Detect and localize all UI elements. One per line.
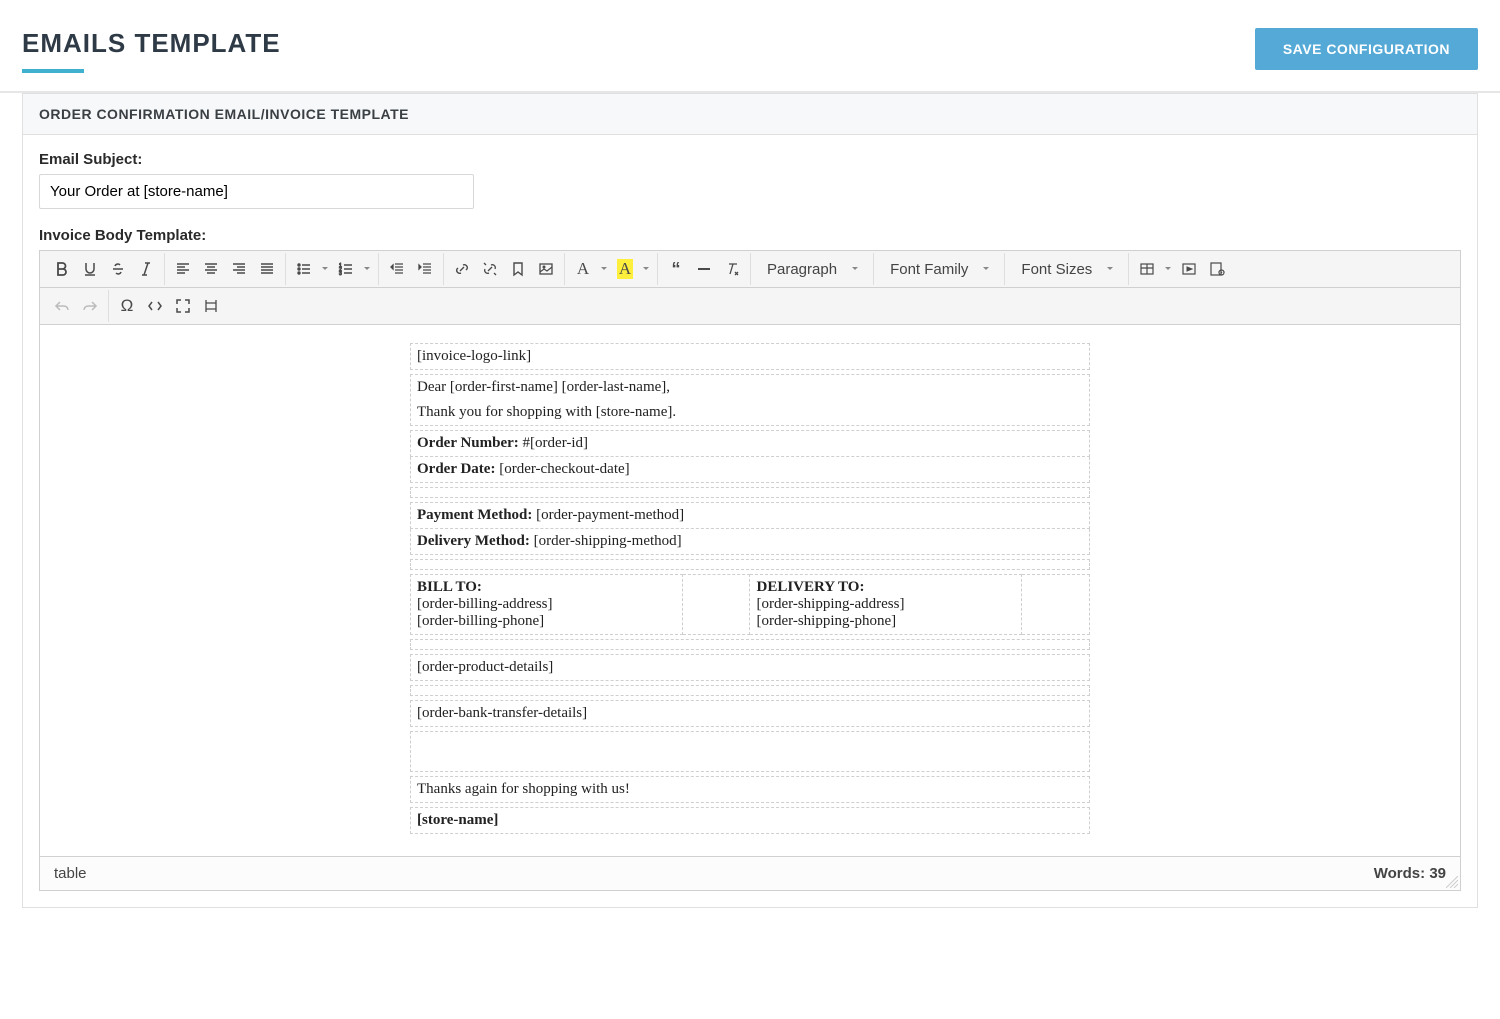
table-dropdown[interactable] [1161,265,1175,273]
media-button[interactable] [1175,255,1203,283]
anchor-button[interactable] [504,255,532,283]
align-center-button[interactable] [197,255,225,283]
greeting-text: Dear [order-first-name] [order-last-name… [417,379,1083,396]
bullet-list-button[interactable] [290,255,318,283]
element-path[interactable]: table [54,865,87,882]
editor-status-bar: table Words: 39 [40,856,1460,890]
thanks-again-cell[interactable]: Thanks again for shopping with us! [411,777,1090,803]
save-configuration-button[interactable]: SAVE CONFIGURATION [1255,28,1478,70]
email-subject-input[interactable] [39,174,474,209]
thanks-text: Thank you for shopping with [store-name]… [417,404,1083,421]
order-number-cell[interactable]: Order Number: #[order-id] [411,431,1090,457]
word-count: Words: 39 [1374,865,1446,882]
font-sizes-label: Font Sizes [1021,261,1092,278]
align-right-button[interactable] [225,255,253,283]
source-code-button[interactable] [141,292,169,320]
highlight-color-dropdown[interactable] [639,265,653,273]
show-blocks-button[interactable] [197,292,225,320]
panel-header: ORDER CONFIRMATION EMAIL/INVOICE TEMPLAT… [23,94,1477,135]
bullet-list-dropdown[interactable] [318,265,332,273]
order-date-cell[interactable]: Order Date: [order-checkout-date] [411,457,1090,483]
blockquote-button[interactable]: “ [662,255,690,283]
title-underline [22,69,84,73]
font-family-label: Font Family [890,261,968,278]
unlink-button[interactable] [476,255,504,283]
product-details-cell[interactable]: [order-product-details] [411,655,1090,681]
strikethrough-button[interactable] [104,255,132,283]
indent-button[interactable] [411,255,439,283]
bill-to-cell[interactable]: BILL TO: [order-billing-address] [order-… [411,575,683,635]
align-justify-button[interactable] [253,255,281,283]
link-button[interactable] [448,255,476,283]
chevron-down-icon [1106,265,1114,273]
paragraph-select[interactable]: Paragraph [755,255,869,283]
email-subject-label: Email Subject: [39,151,1461,168]
invoice-body-label: Invoice Body Template: [39,227,1461,244]
page-title: EMAILS TEMPLATE [22,28,281,59]
template-table: [invoice-logo-link] [410,343,1090,370]
italic-button[interactable] [132,255,160,283]
rich-text-editor: 123 A A [39,250,1461,891]
underline-button[interactable] [76,255,104,283]
special-character-button[interactable]: Ω [113,292,141,320]
fullscreen-button[interactable] [169,292,197,320]
numbered-list-button[interactable]: 123 [332,255,360,283]
horizontal-rule-button[interactable] [690,255,718,283]
align-left-button[interactable] [169,255,197,283]
store-name-cell[interactable]: [store-name] [411,808,1090,834]
payment-method-cell[interactable]: Payment Method: [order-payment-method] [411,503,1090,529]
delivery-to-cell[interactable]: DELIVERY TO: [order-shipping-address] [o… [750,575,1022,635]
highlight-color-button[interactable]: A [611,255,639,283]
text-color-button[interactable]: A [569,255,597,283]
greeting-cell[interactable]: Dear [order-first-name] [order-last-name… [411,375,1090,426]
logo-cell[interactable]: [invoice-logo-link] [411,344,1090,370]
template-button[interactable] [1203,255,1231,283]
svg-text:3: 3 [339,271,342,277]
image-button[interactable] [532,255,560,283]
delivery-method-cell[interactable]: Delivery Method: [order-shipping-method] [411,529,1090,555]
chevron-down-icon [851,265,859,273]
bold-button[interactable] [48,255,76,283]
table-button[interactable] [1133,255,1161,283]
font-family-select[interactable]: Font Family [878,255,1000,283]
outdent-button[interactable] [383,255,411,283]
editor-content[interactable]: [invoice-logo-link] Dear [order-first-na… [40,325,1460,856]
chevron-down-icon [982,265,990,273]
text-color-dropdown[interactable] [597,265,611,273]
editor-toolbar: 123 A A [40,251,1460,288]
undo-button[interactable] [48,292,76,320]
bank-transfer-cell[interactable]: [order-bank-transfer-details] [411,701,1090,727]
paragraph-select-label: Paragraph [767,261,837,278]
resize-grip-icon[interactable] [1446,876,1458,888]
redo-button[interactable] [76,292,104,320]
font-sizes-select[interactable]: Font Sizes [1009,255,1124,283]
numbered-list-dropdown[interactable] [360,265,374,273]
clear-formatting-button[interactable] [718,255,746,283]
